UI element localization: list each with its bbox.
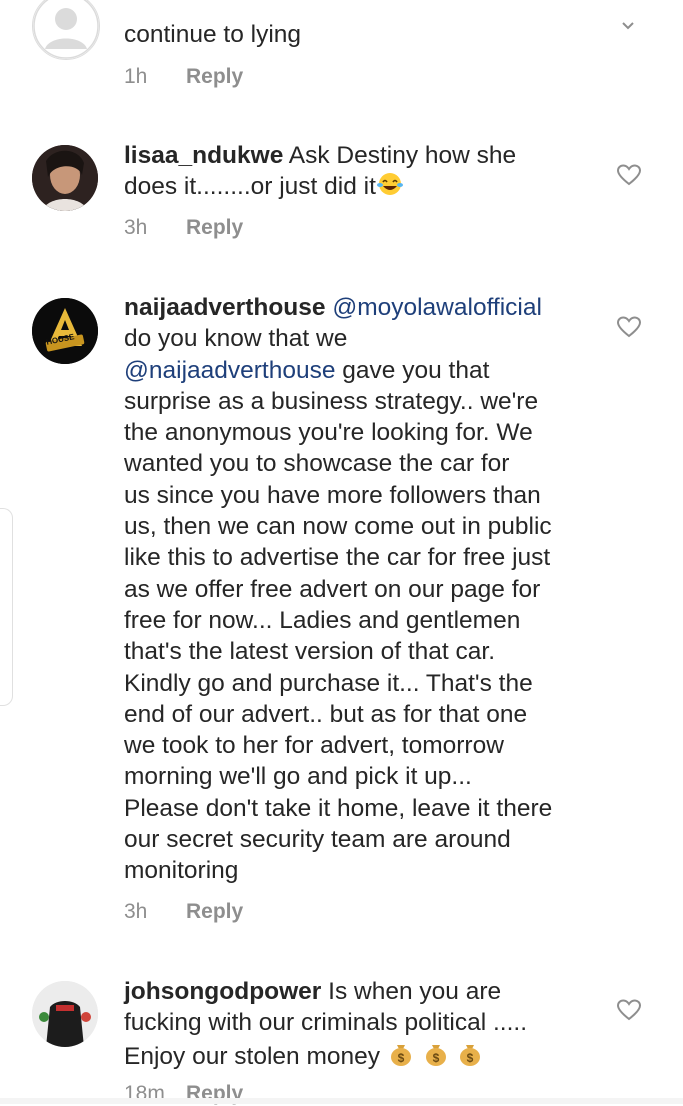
laughing-tears-emoji-icon bbox=[376, 171, 404, 205]
money-bag-icon: $ bbox=[456, 1039, 484, 1075]
money-bag-icon: $ bbox=[387, 1039, 415, 1075]
bottom-edge bbox=[0, 1098, 683, 1104]
comment-time: 3h bbox=[124, 216, 148, 239]
money-bag-icon: $ bbox=[422, 1039, 450, 1075]
svg-text:$: $ bbox=[467, 1051, 474, 1065]
heart-icon[interactable] bbox=[617, 164, 641, 186]
mention-link[interactable]: @moyolawalofficial bbox=[332, 294, 542, 321]
avatar[interactable] bbox=[32, 0, 100, 60]
comment-meta: 1h Reply bbox=[124, 65, 243, 89]
reply-button[interactable]: Reply bbox=[186, 900, 243, 923]
comment-time: 1h bbox=[124, 65, 148, 88]
svg-text:$: $ bbox=[432, 1051, 439, 1065]
comment-meta: 3h Reply bbox=[124, 900, 243, 924]
side-drawer-handle[interactable] bbox=[0, 508, 13, 706]
comment-text: lisaa_ndukwe Ask Destiny how she does it… bbox=[124, 140, 604, 206]
svg-text:$: $ bbox=[398, 1051, 405, 1065]
mention-link[interactable]: @naijaadverthouse bbox=[124, 357, 335, 384]
brand-logo-icon bbox=[32, 298, 98, 364]
comment-text: continue to lying bbox=[124, 21, 302, 48]
comment-username[interactable]: johsongodpower bbox=[124, 978, 321, 1005]
comment-body: gave you that surprise as a business str… bbox=[124, 356, 553, 885]
default-avatar-icon bbox=[33, 0, 99, 59]
profile-photo-icon bbox=[32, 981, 98, 1047]
comment-meta: 3h Reply bbox=[124, 216, 243, 240]
comment-text: johsongodpower Is when you are fucking w… bbox=[124, 976, 604, 1075]
avatar[interactable]: HOUSE bbox=[32, 298, 98, 364]
comment-text: naijaadverthouse @moyolawalofficial do y… bbox=[124, 292, 624, 887]
avatar[interactable] bbox=[32, 981, 98, 1047]
profile-photo-icon bbox=[32, 145, 98, 211]
chevron-down-icon[interactable] bbox=[620, 20, 636, 32]
heart-icon[interactable] bbox=[617, 316, 641, 338]
comment-username[interactable]: naijaadverthouse bbox=[124, 294, 326, 321]
comment-time: 3h bbox=[124, 900, 148, 923]
reply-button[interactable]: Reply bbox=[186, 216, 243, 239]
comment-username[interactable]: lisaa_ndukwe bbox=[124, 142, 283, 169]
avatar[interactable] bbox=[32, 145, 98, 211]
comment-body: do you know that we bbox=[124, 325, 348, 353]
heart-icon[interactable] bbox=[617, 999, 641, 1021]
reply-button[interactable]: Reply bbox=[186, 65, 243, 88]
